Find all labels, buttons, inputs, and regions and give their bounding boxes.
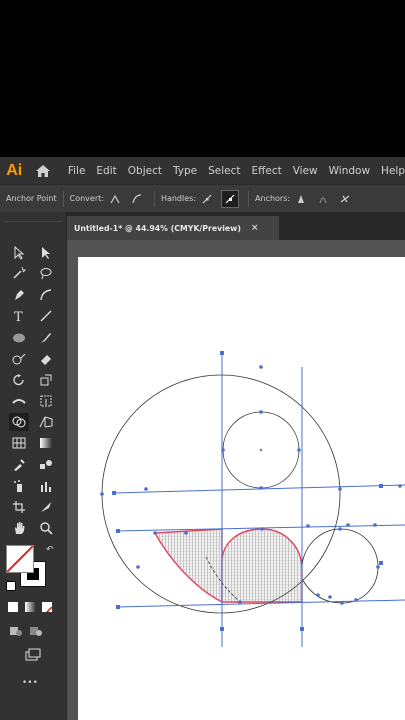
default-colors-icon[interactable] [6, 581, 16, 591]
menu-effect[interactable]: Effect [252, 165, 282, 177]
color-mode-icon[interactable] [8, 602, 18, 612]
document-tab-bar: Untitled-1* @ 44.94% (CMYK/Preview) × [67, 212, 405, 240]
column-graph-tool-icon[interactable] [36, 477, 56, 495]
document-tab-title: Untitled-1* @ 44.94% (CMYK/Preview) [74, 223, 241, 233]
none-mode-icon[interactable] [42, 602, 52, 612]
artboard-tool-icon[interactable] [9, 498, 29, 516]
divider [62, 190, 64, 207]
eraser-tool-icon[interactable] [36, 350, 56, 368]
home-icon[interactable] [28, 157, 56, 184]
svg-text:T: T [14, 310, 23, 323]
gradient-mode-icon[interactable] [25, 602, 35, 612]
show-handles-icon[interactable] [199, 191, 215, 207]
swap-fill-stroke-icon[interactable]: ↶ [46, 545, 54, 555]
fill-swatch[interactable] [6, 545, 34, 573]
rotate-tool-icon[interactable] [9, 371, 29, 389]
menu-view[interactable]: View [293, 165, 318, 177]
magic-wand-tool-icon[interactable] [9, 264, 29, 282]
tools-panel: T ↶ ••• [0, 212, 67, 720]
menu-edit[interactable]: Edit [96, 165, 116, 177]
edit-toolbar-icon[interactable]: ••• [22, 678, 38, 688]
menu-type[interactable]: Type [173, 165, 197, 177]
tool-name-label: Anchor Point [6, 194, 57, 203]
menu-help[interactable]: Help [381, 165, 405, 177]
artwork-canvas[interactable] [78, 257, 405, 720]
artboard[interactable] [78, 257, 405, 720]
symbol-sprayer-tool-icon[interactable] [9, 477, 29, 495]
selected-region-left [153, 528, 223, 604]
type-tool-icon[interactable]: T [9, 307, 29, 325]
menu-select[interactable]: Select [208, 165, 240, 177]
scale-tool-icon[interactable] [36, 371, 56, 389]
menu-file[interactable]: File [68, 165, 86, 177]
menu-bar: Ai File Edit Object Type Select Effect V… [0, 157, 405, 184]
lasso-tool-icon[interactable] [36, 264, 56, 282]
hand-tool-icon[interactable] [9, 519, 29, 537]
control-bar: Anchor Point Convert: Handles: Anchors: [0, 184, 405, 213]
illustrator-logo: Ai [6, 161, 23, 179]
shape-builder-tool-icon[interactable] [9, 413, 29, 431]
menu-object[interactable]: Object [128, 165, 162, 177]
handles-label: Handles: [160, 194, 197, 203]
remove-anchor-icon[interactable] [293, 191, 309, 207]
convert-to-smooth-icon[interactable] [129, 191, 145, 207]
divider [248, 190, 250, 207]
curvature-tool-icon[interactable] [36, 286, 56, 304]
convert-label: Convert: [69, 194, 104, 203]
selection-tool-icon[interactable] [9, 244, 29, 262]
mesh-tool-icon[interactable] [9, 434, 29, 452]
menu-window[interactable]: Window [329, 165, 370, 177]
selection-guides [113, 352, 405, 647]
anchors-label: Anchors: [255, 194, 291, 203]
gradient-tool-icon[interactable] [36, 434, 56, 452]
convert-to-corner-icon[interactable] [107, 191, 123, 207]
draw-behind-icon[interactable] [26, 622, 46, 640]
width-tool-icon[interactable] [9, 392, 29, 410]
divider [153, 190, 155, 207]
slice-tool-icon[interactable] [36, 498, 56, 516]
cut-path-icon[interactable] [337, 191, 353, 207]
close-tab-icon[interactable]: × [251, 223, 259, 233]
zoom-tool-icon[interactable] [36, 519, 56, 537]
fill-stroke-swatches[interactable]: ↶ [6, 545, 56, 595]
draw-normal-icon[interactable] [6, 622, 26, 640]
line-segment-tool-icon[interactable] [36, 307, 56, 325]
perspective-grid-tool-icon[interactable] [36, 413, 56, 431]
hide-handles-icon[interactable] [221, 189, 240, 208]
screen-mode-icon[interactable] [23, 646, 43, 664]
black-letterbox-top [0, 0, 405, 157]
right-lobe [301, 528, 379, 604]
free-transform-tool-icon[interactable] [36, 392, 56, 410]
connect-anchors-icon[interactable] [315, 191, 331, 207]
panel-grip[interactable] [4, 215, 62, 222]
ellipse-tool-icon[interactable] [9, 329, 29, 347]
document-tab[interactable]: Untitled-1* @ 44.94% (CMYK/Preview) × [67, 216, 279, 240]
direct-selection-tool-icon[interactable] [36, 244, 56, 262]
eyedropper-tool-icon[interactable] [9, 456, 29, 474]
paintbrush-tool-icon[interactable] [36, 329, 56, 347]
pen-tool-icon[interactable] [9, 286, 29, 304]
blend-tool-icon[interactable] [36, 456, 56, 474]
shaper-tool-icon[interactable] [9, 350, 29, 368]
